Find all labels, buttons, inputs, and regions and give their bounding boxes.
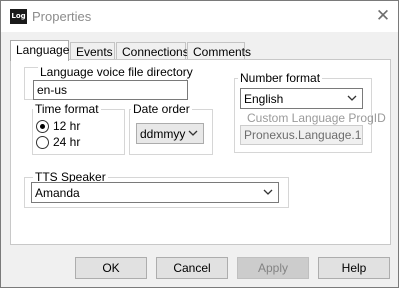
- tab-events[interactable]: Events: [70, 42, 115, 60]
- date-order-label: Date order: [131, 102, 192, 116]
- date-order-select[interactable]: ddmmyy: [136, 123, 204, 144]
- chevron-down-icon: [188, 130, 198, 136]
- time-24hr-radio[interactable]: 24 hr: [36, 135, 80, 149]
- tts-speaker-value: Amanda: [35, 186, 80, 200]
- title-bar: Log Properties ✕: [1, 1, 398, 32]
- voice-directory-label: Language voice file directory: [38, 65, 195, 79]
- chevron-down-icon: [347, 95, 357, 101]
- properties-dialog: Log Properties ✕ Language Events Connect…: [0, 0, 399, 288]
- radio-unselected-icon: [36, 135, 49, 149]
- cancel-button[interactable]: Cancel: [156, 257, 228, 279]
- custom-progid-label: Custom Language ProgID: [247, 111, 386, 125]
- number-format-select[interactable]: English: [240, 88, 363, 109]
- number-format-value: English: [244, 92, 284, 106]
- window-title: Properties: [32, 9, 92, 24]
- language-tab-panel: Language voice file directory en-us Time…: [10, 59, 391, 245]
- time-24hr-label: 24 hr: [53, 135, 81, 149]
- ok-button[interactable]: OK: [75, 257, 147, 279]
- radio-selected-icon: [36, 119, 49, 133]
- number-format-label: Number format: [238, 71, 323, 85]
- chevron-down-icon: [263, 189, 273, 195]
- custom-progid-input: Pronexus.Language.1: [240, 125, 363, 145]
- time-format-label: Time format: [33, 102, 101, 116]
- date-order-value: ddmmyy: [140, 127, 186, 141]
- app-logo-icon: Log: [10, 9, 27, 24]
- tab-language[interactable]: Language: [10, 40, 69, 61]
- voice-directory-input[interactable]: en-us: [33, 80, 188, 100]
- close-icon[interactable]: ✕: [375, 6, 391, 26]
- help-button[interactable]: Help: [318, 257, 390, 279]
- tab-comments[interactable]: Comments: [187, 42, 251, 60]
- tab-connections[interactable]: Connections: [116, 42, 189, 60]
- time-12hr-radio[interactable]: 12 hr: [36, 119, 80, 133]
- time-12hr-label: 12 hr: [53, 119, 81, 133]
- tts-speaker-select[interactable]: Amanda: [31, 182, 279, 203]
- apply-button: Apply: [237, 257, 309, 279]
